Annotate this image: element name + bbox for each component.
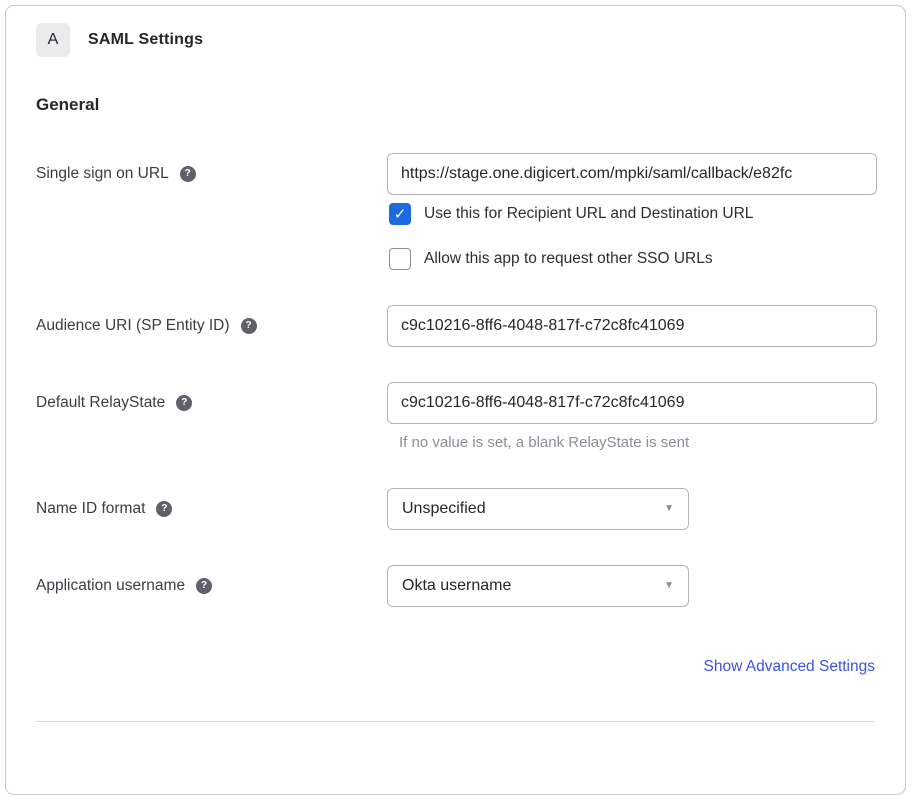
app-username-value: Okta username — [402, 577, 511, 595]
app-username-select[interactable]: Okta username ▼ — [387, 565, 689, 607]
checkmark-icon: ✓ — [394, 207, 407, 222]
relay-state-hint: If no value is set, a blank RelayState i… — [399, 434, 877, 451]
advanced-settings-row: Show Advanced Settings — [36, 658, 875, 676]
saml-settings-card: A SAML Settings General Single sign on U… — [5, 5, 906, 795]
help-icon[interactable]: ? — [176, 395, 192, 411]
app-username-label: Application username — [36, 565, 185, 607]
other-sso-checkbox[interactable]: ✓ — [389, 248, 411, 270]
other-sso-checkbox-label: Allow this app to request other SSO URLs — [424, 250, 713, 268]
other-sso-checkbox-row: ✓ Allow this app to request other SSO UR… — [389, 248, 877, 270]
sso-url-label-wrap: Single sign on URL ? — [36, 153, 387, 195]
section-badge: A — [36, 23, 70, 57]
name-id-format-select[interactable]: Unspecified ▼ — [387, 488, 689, 530]
section-heading-general: General — [36, 95, 875, 115]
sso-checkbox-group: ✓ Use this for Recipient URL and Destina… — [387, 203, 877, 270]
relay-state-control: If no value is set, a blank RelayState i… — [387, 382, 877, 451]
row-audience-uri: Audience URI (SP Entity ID) ? — [36, 305, 875, 347]
name-id-format-label: Name ID format — [36, 488, 145, 530]
recipient-url-checkbox-label: Use this for Recipient URL and Destinati… — [424, 205, 753, 223]
relay-state-input[interactable] — [387, 382, 877, 424]
name-id-format-value: Unspecified — [402, 500, 486, 518]
help-icon[interactable]: ? — [241, 318, 257, 334]
audience-uri-input[interactable] — [387, 305, 877, 347]
audience-uri-label-wrap: Audience URI (SP Entity ID) ? — [36, 305, 387, 347]
sso-url-input[interactable] — [387, 153, 877, 195]
help-icon[interactable]: ? — [196, 578, 212, 594]
help-icon[interactable]: ? — [180, 166, 196, 182]
audience-uri-label: Audience URI (SP Entity ID) — [36, 305, 230, 347]
row-relay-state: Default RelayState ? If no value is set,… — [36, 382, 875, 451]
audience-uri-control — [387, 305, 877, 347]
recipient-url-checkbox[interactable]: ✓ — [389, 203, 411, 225]
chevron-down-icon: ▼ — [664, 504, 674, 514]
help-icon[interactable]: ? — [156, 501, 172, 517]
row-app-username: Application username ? Okta username ▼ — [36, 565, 875, 607]
row-sso-url: Single sign on URL ? ✓ Use this for Reci… — [36, 153, 875, 270]
app-username-label-wrap: Application username ? — [36, 565, 387, 607]
card-header: A SAML Settings — [36, 23, 875, 57]
bottom-divider — [36, 721, 875, 722]
sso-url-control: ✓ Use this for Recipient URL and Destina… — [387, 153, 877, 270]
row-name-id-format: Name ID format ? Unspecified ▼ — [36, 488, 875, 530]
name-id-format-label-wrap: Name ID format ? — [36, 488, 387, 530]
chevron-down-icon: ▼ — [664, 581, 674, 591]
show-advanced-settings-link[interactable]: Show Advanced Settings — [704, 658, 875, 676]
card-title: SAML Settings — [88, 31, 203, 49]
relay-state-label-wrap: Default RelayState ? — [36, 382, 387, 424]
recipient-url-checkbox-row: ✓ Use this for Recipient URL and Destina… — [389, 203, 877, 225]
sso-url-label: Single sign on URL — [36, 153, 169, 195]
relay-state-label: Default RelayState — [36, 382, 165, 424]
